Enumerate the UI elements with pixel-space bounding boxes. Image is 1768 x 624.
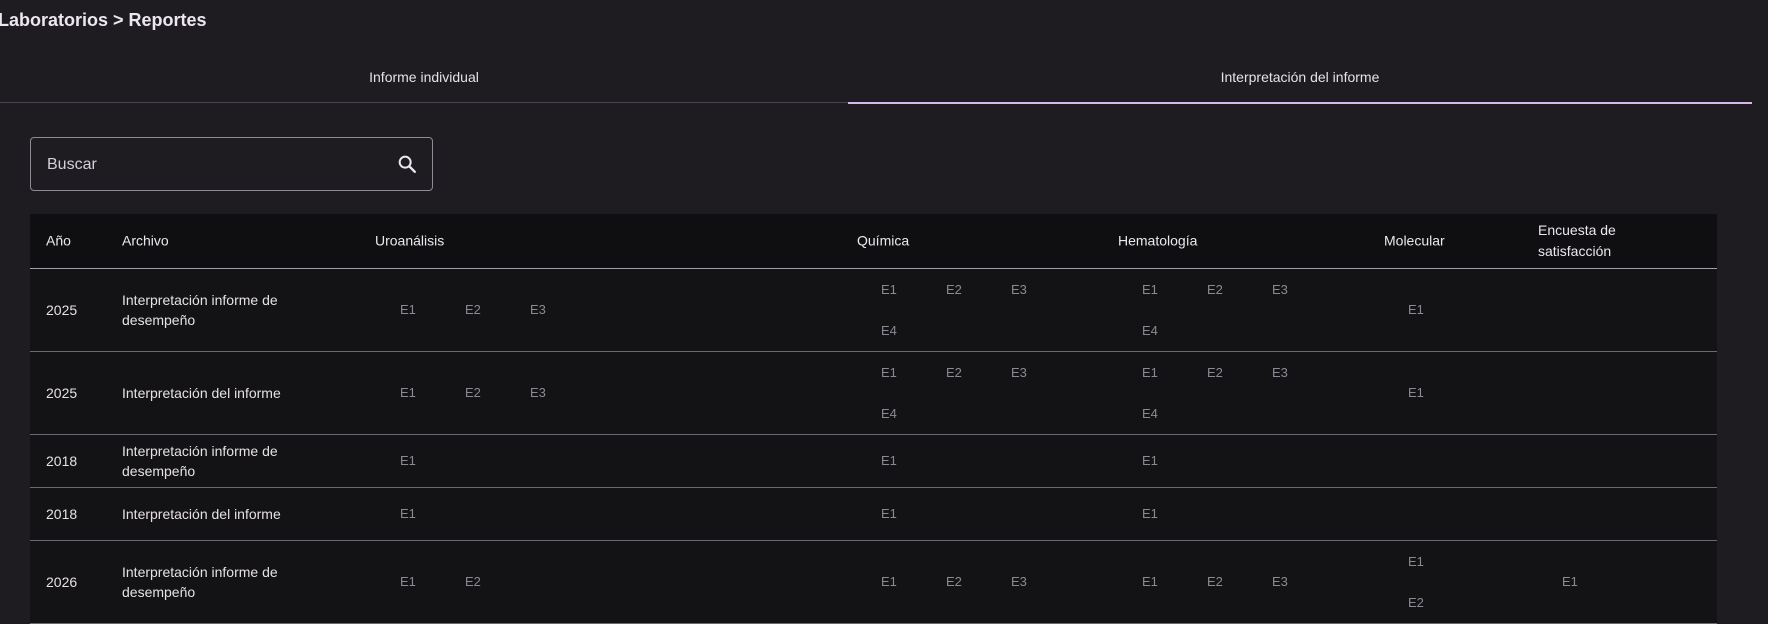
- table-row: 2025 Interpretación del informe E1 E2 E3 E1 E2…: [30, 352, 1717, 435]
- quimica-link-e4[interactable]: E4: [881, 406, 897, 422]
- header-hematologia: Hematología: [1118, 232, 1198, 249]
- search-input[interactable]: [45, 138, 389, 192]
- cell-file[interactable]: Interpretación informe de desempeño: [122, 290, 332, 330]
- header-encuesta-satisfaccion: Encuesta de satisfacción: [1538, 222, 1616, 259]
- uroanalisis-link-e3[interactable]: E3: [530, 302, 546, 318]
- molecular-link-e2[interactable]: E2: [1408, 595, 1424, 611]
- cell-file[interactable]: Interpretación del informe: [122, 504, 332, 524]
- hematologia-link-e1[interactable]: E1: [1142, 365, 1158, 381]
- cell-file[interactable]: Interpretación informe de desempeño: [122, 441, 332, 481]
- quimica-link-e1[interactable]: E1: [881, 574, 897, 590]
- hematologia-link-e1[interactable]: E1: [1142, 282, 1158, 298]
- breadcrumb: Laboratorios > Reportes: [0, 10, 207, 30]
- header-quimica: Química: [857, 232, 910, 249]
- molecular-link-e1[interactable]: E1: [1408, 554, 1424, 570]
- header-archivo: Archivo: [122, 232, 169, 249]
- reports-table: Año Archivo Uroanálisis Química Hematolo…: [30, 214, 1717, 624]
- hematologia-link-e4[interactable]: E4: [1142, 406, 1158, 422]
- hematologia-link-e2[interactable]: E2: [1207, 365, 1223, 381]
- quimica-link-e4[interactable]: E4: [881, 323, 897, 339]
- tab-bar: Informe individual Interpretación del in…: [0, 52, 1752, 104]
- quimica-link-e2[interactable]: E2: [946, 365, 962, 381]
- cell-year: 2018: [46, 453, 78, 469]
- quimica-link-e1[interactable]: E1: [881, 506, 897, 522]
- uroanalisis-link-e2[interactable]: E2: [465, 574, 481, 590]
- table-row: 2018 Interpretación informe de desempeño E…: [30, 435, 1717, 488]
- search-icon[interactable]: [396, 153, 418, 175]
- hematologia-link-e1[interactable]: E1: [1142, 453, 1158, 469]
- header-ano: Año: [46, 232, 71, 249]
- molecular-link-e1[interactable]: E1: [1408, 302, 1424, 318]
- hematologia-link-e1[interactable]: E1: [1142, 506, 1158, 522]
- cell-file[interactable]: Interpretación informe de desempeño: [122, 562, 332, 602]
- header-molecular: Molecular: [1384, 232, 1445, 249]
- quimica-link-e2[interactable]: E2: [946, 282, 962, 298]
- hematologia-link-e2[interactable]: E2: [1207, 574, 1223, 590]
- hematologia-link-e3[interactable]: E3: [1272, 574, 1288, 590]
- quimica-link-e3[interactable]: E3: [1011, 574, 1027, 590]
- header-uroanalisis: Uroanálisis: [375, 232, 445, 249]
- quimica-link-e1[interactable]: E1: [881, 365, 897, 381]
- tab-interpretacion-del-informe[interactable]: Interpretación del informe: [848, 52, 1752, 104]
- table-row: 2025 Interpretación informe de desempeño E…: [30, 269, 1717, 352]
- encuesta-link-e1[interactable]: E1: [1562, 574, 1578, 590]
- cell-year: 2025: [46, 385, 78, 401]
- uroanalisis-link-e2[interactable]: E2: [465, 302, 481, 318]
- hematologia-link-e2[interactable]: E2: [1207, 282, 1223, 298]
- quimica-link-e1[interactable]: E1: [881, 453, 897, 469]
- uroanalisis-link-e1[interactable]: E1: [400, 385, 416, 401]
- molecular-link-e1[interactable]: E1: [1408, 385, 1424, 401]
- uroanalisis-link-e1[interactable]: E1: [400, 453, 416, 469]
- hematologia-link-e3[interactable]: E3: [1272, 282, 1288, 298]
- quimica-link-e1[interactable]: E1: [881, 282, 897, 298]
- quimica-link-e3[interactable]: E3: [1011, 365, 1027, 381]
- uroanalisis-link-e1[interactable]: E1: [400, 302, 416, 318]
- search-box: [30, 137, 433, 192]
- cell-year: 2026: [46, 574, 78, 590]
- hematologia-link-e3[interactable]: E3: [1272, 365, 1288, 381]
- uroanalisis-link-e2[interactable]: E2: [465, 385, 481, 401]
- uroanalisis-link-e3[interactable]: E3: [530, 385, 546, 401]
- quimica-link-e3[interactable]: E3: [1011, 282, 1027, 298]
- table-row: 2026 Interpretación informe de desempeño E…: [30, 541, 1717, 624]
- table-header: Año Archivo Uroanálisis Química Hematolo…: [30, 214, 1717, 269]
- cell-year: 2018: [46, 506, 78, 522]
- cell-year: 2025: [46, 302, 78, 318]
- uroanalisis-link-e1[interactable]: E1: [400, 574, 416, 590]
- cell-file[interactable]: Interpretación del informe: [122, 383, 332, 403]
- table-row: 2018 Interpretación del informe E1 E1 E1: [30, 488, 1717, 541]
- quimica-link-e2[interactable]: E2: [946, 574, 962, 590]
- uroanalisis-link-e1[interactable]: E1: [400, 506, 416, 522]
- hematologia-link-e1[interactable]: E1: [1142, 574, 1158, 590]
- tab-informe-individual[interactable]: Informe individual: [0, 52, 848, 102]
- hematologia-link-e4[interactable]: E4: [1142, 323, 1158, 339]
